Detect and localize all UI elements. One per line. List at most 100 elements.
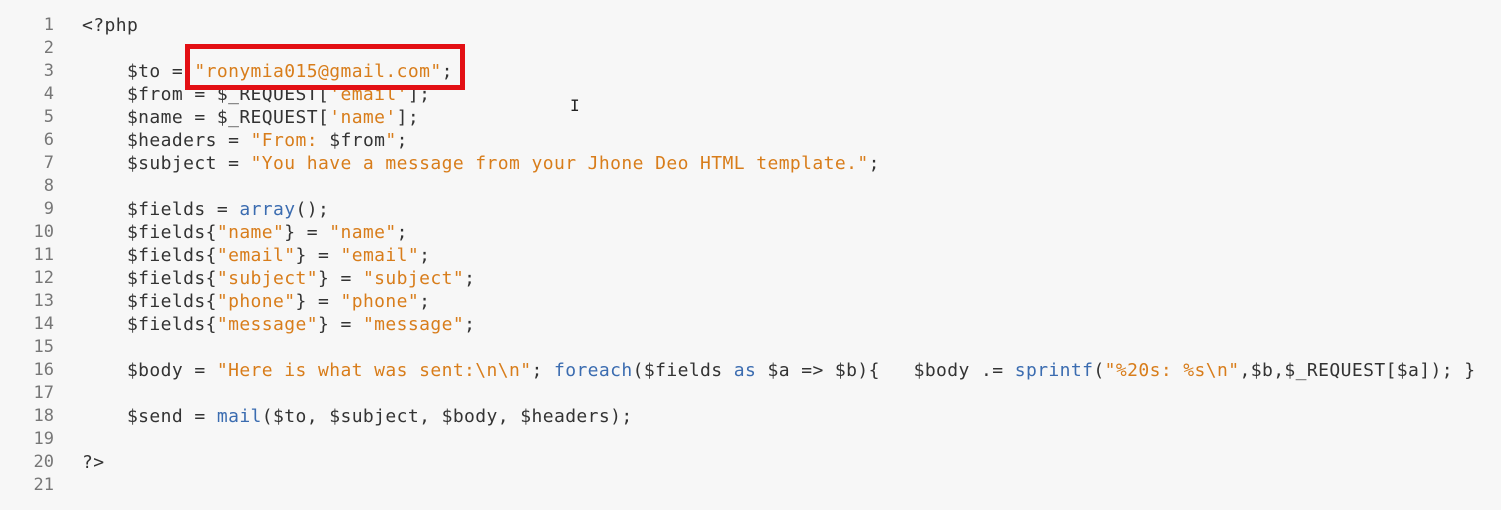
code-token: ;	[464, 268, 476, 289]
code-line[interactable]: 6 $headers = "From: $from";	[0, 129, 1501, 152]
code-token: $fields{	[82, 268, 217, 289]
code-token: } =	[317, 268, 363, 289]
code-token: $fields{	[82, 291, 217, 312]
line-content: $fields = array();	[82, 198, 329, 221]
code-token: ;	[868, 153, 880, 174]
line-content: $to = "ronymia015@gmail.com";	[82, 60, 453, 83]
code-line[interactable]: 1 <?php	[0, 14, 1501, 37]
line-number: 8	[43, 176, 54, 196]
code-line[interactable]: 5 $name = $_REQUEST['name'];	[0, 106, 1501, 129]
code-token: } =	[284, 222, 330, 243]
code-line[interactable]: 15	[0, 336, 1501, 359]
line-content: ?>	[82, 451, 104, 474]
code-token: $to =	[82, 61, 195, 82]
code-token: ];	[407, 84, 431, 105]
code-line[interactable]: 20 ?>	[0, 451, 1501, 474]
code-editor[interactable]: 1 <?php 2 3 $to = "ronymia015@gmail.com"; 4 …	[0, 0, 1501, 510]
code-line[interactable]: 17	[0, 382, 1501, 405]
code-token: ;	[419, 291, 431, 312]
line-number: 7	[43, 153, 54, 173]
code-token: $headers =	[82, 130, 251, 151]
code-line[interactable]: 12 $fields{"subject"} = "subject";	[0, 267, 1501, 290]
code-line[interactable]: 21	[0, 474, 1501, 497]
code-token: $fields =	[82, 199, 240, 220]
code-line[interactable]: 7 $subject = "You have a message from yo…	[0, 152, 1501, 175]
code-line[interactable]: 18 $send = mail($to, $subject, $body, $h…	[0, 405, 1501, 428]
code-token: $from	[329, 130, 386, 151]
line-content: $fields{"subject"} = "subject";	[82, 267, 475, 290]
line-content: $fields{"message"} = "message";	[82, 313, 475, 336]
code-token: } =	[317, 314, 363, 335]
line-number: 15	[33, 337, 54, 357]
code-token: $fields{	[82, 222, 217, 243]
code-token: <?php	[82, 15, 139, 36]
code-token: ($fields	[632, 360, 734, 381]
line-content: $fields{"name"} = "name";	[82, 221, 408, 244]
code-token: $body =	[82, 360, 217, 381]
code-token: 'name'	[329, 107, 397, 128]
line-number: 19	[33, 429, 54, 449]
code-token: $send =	[82, 406, 217, 427]
code-token: "email"	[216, 245, 296, 266]
code-token: ;	[441, 61, 453, 82]
code-token: "message"	[362, 314, 465, 335]
code-token: 'email'	[329, 84, 408, 105]
code-line[interactable]: 8	[0, 175, 1501, 198]
code-line[interactable]: 11 $fields{"email"} = "email";	[0, 244, 1501, 267]
line-number: 13	[33, 291, 54, 311]
code-line[interactable]: 2	[0, 37, 1501, 60]
code-line[interactable]: 9 $fields = array();	[0, 198, 1501, 221]
line-number: 2	[43, 38, 54, 58]
code-token: $name = $_REQUEST[	[82, 107, 330, 128]
code-token: "phone"	[216, 291, 296, 312]
code-token: "message"	[216, 314, 318, 335]
code-token: ;	[419, 245, 431, 266]
code-token: "subject"	[216, 268, 318, 289]
code-token: array	[239, 199, 296, 220]
code-line[interactable]: 13 $fields{"phone"} = "phone";	[0, 290, 1501, 313]
code-token: sprintf	[1014, 360, 1094, 381]
code-token: "subject"	[362, 268, 465, 289]
line-number: 3	[43, 61, 54, 81]
code-token: ?>	[82, 452, 105, 473]
code-line[interactable]: 19	[0, 428, 1501, 451]
code-token: $subject =	[82, 153, 251, 174]
code-line[interactable]: 16 $body = "Here is what was sent:\n\n";…	[0, 359, 1501, 382]
code-token: $a => $b){ $body .=	[756, 360, 1015, 381]
code-token: "name"	[216, 222, 285, 243]
line-number: 20	[33, 452, 54, 472]
code-token: ];	[396, 107, 420, 128]
code-line[interactable]: 14 $fields{"message"} = "message";	[0, 313, 1501, 336]
code-token: $from = $_REQUEST[	[82, 84, 330, 105]
code-line[interactable]: 10 $fields{"name"} = "name";	[0, 221, 1501, 244]
code-lines: 1 <?php 2 3 $to = "ronymia015@gmail.com"; 4 …	[0, 14, 1501, 497]
code-line[interactable]: 3 $to = "ronymia015@gmail.com";	[0, 60, 1501, 83]
code-token: ;	[531, 360, 554, 381]
line-content: $headers = "From: $from";	[82, 129, 408, 152]
code-token: mail	[216, 406, 262, 427]
code-token: } =	[295, 291, 341, 312]
code-token: $fields{	[82, 314, 217, 335]
line-content: $fields{"email"} = "email";	[82, 244, 430, 267]
line-number: 12	[33, 268, 54, 288]
line-number: 17	[33, 383, 54, 403]
code-token: ;	[396, 130, 408, 151]
line-number: 4	[43, 84, 54, 104]
code-token: "ronymia015@gmail.com"	[194, 61, 442, 82]
line-number: 1	[43, 15, 54, 35]
code-token: (	[1093, 360, 1105, 381]
line-number: 5	[43, 107, 54, 127]
code-token: as	[733, 360, 757, 381]
line-number: 9	[43, 199, 54, 219]
code-line[interactable]: 4 $from = $_REQUEST['email'];	[0, 83, 1501, 106]
code-token: $fields{	[82, 245, 217, 266]
line-content: $name = $_REQUEST['name'];	[82, 106, 419, 129]
code-token: "You have a message from your Jhone Deo …	[250, 153, 869, 174]
line-number: 6	[43, 130, 54, 150]
line-content: $send = mail($to, $subject, $body, $head…	[82, 405, 633, 428]
code-token: "	[385, 130, 397, 151]
line-content: $fields{"phone"} = "phone";	[82, 290, 430, 313]
text-cursor-icon: I	[570, 96, 580, 115]
line-number: 11	[33, 245, 54, 265]
line-number: 10	[33, 222, 54, 242]
